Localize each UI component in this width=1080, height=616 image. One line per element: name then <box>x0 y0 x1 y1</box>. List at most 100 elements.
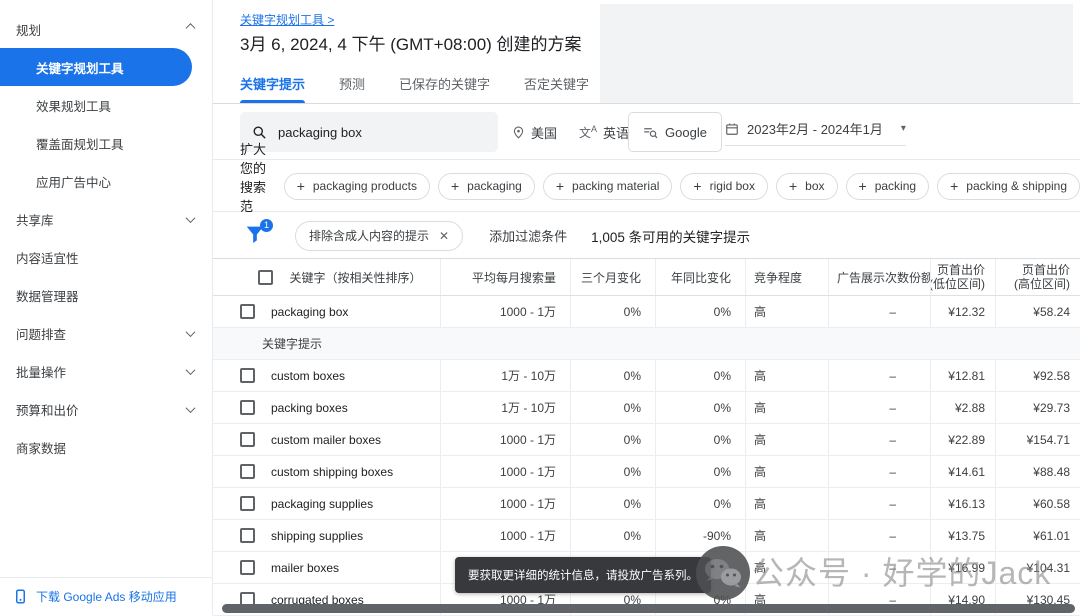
three-month-change-cell: 0% <box>570 392 655 423</box>
yoy-change-cell: 0% <box>655 456 745 487</box>
row-checkbox[interactable] <box>240 528 255 543</box>
tab-label: 已保存的关键字 <box>399 77 491 92</box>
column-header-avg-monthly-searches[interactable]: 平均每月搜索量 <box>440 259 570 295</box>
sidebar-item-label: 共享库 <box>16 213 54 228</box>
column-header-three-month-change[interactable]: 三个月变化 <box>570 259 655 295</box>
tab-label: 关键字提示 <box>240 77 306 92</box>
impression-share-cell: – <box>828 456 930 487</box>
sidebar-item-label: 商家数据 <box>16 441 67 456</box>
row-checkbox[interactable] <box>240 496 255 511</box>
sidebar: 规划 关键字规划工具 效果规划工具 覆盖面规划工具 应用广告中心 共享库 内容适… <box>0 0 213 615</box>
sidebar-item[interactable]: 覆盖面规划工具 <box>0 124 212 162</box>
main-content: 关键字规划工具 > 3月 6, 2024, 4 下午 (GMT+08:00) 创… <box>213 0 1080 616</box>
impression-share-cell: – <box>828 296 930 327</box>
top-bid-high-cell: ¥92.58 <box>995 360 1080 391</box>
keyword-search-input[interactable]: packaging box <box>240 112 498 152</box>
three-month-change-cell: 0% <box>570 296 655 327</box>
three-month-change-cell: 0% <box>570 424 655 455</box>
sidebar-item-label: 问题排查 <box>16 327 67 342</box>
sidebar-item[interactable]: 效果规划工具 <box>0 86 212 124</box>
watermark-text: 公众号 · 好学的Jack <box>752 555 1052 591</box>
broaden-search-bar: 扩大您的搜索范围： + packaging products + packagi… <box>213 142 1080 233</box>
sidebar-item-label: 预算和出价 <box>16 403 79 418</box>
column-header-ad-impression-share[interactable]: 广告展示次数份额 <box>828 259 930 295</box>
sidebar-item[interactable]: 问题排查 <box>0 314 212 352</box>
breadcrumb[interactable]: 关键字规划工具 > <box>240 11 334 28</box>
tab[interactable]: 关键字提示 <box>240 70 306 103</box>
location-pin-icon <box>513 126 524 139</box>
sidebar-item[interactable]: 应用广告中心 <box>0 162 212 200</box>
sidebar-item-label: 覆盖面规划工具 <box>36 137 124 152</box>
tab-label: 否定关键字 <box>524 77 590 92</box>
competition-cell: 高 <box>745 392 828 423</box>
tab[interactable]: 预测 <box>339 70 365 103</box>
sidebar-item-label: 规划 <box>16 23 42 38</box>
column-header-label: 关键字（按相关性排序） <box>289 270 422 285</box>
sidebar-item[interactable]: 数据管理器 <box>0 276 212 314</box>
horizontal-scrollbar[interactable] <box>222 604 1075 613</box>
broaden-chip[interactable]: + packaging <box>437 172 535 200</box>
table-row-seed[interactable]: packaging box 1000 - 1万 0% 0% 高 – ¥12.32… <box>213 296 1080 328</box>
table-row[interactable]: custom boxes 1万 - 10万 0% 0% 高 – ¥12.81 ¥… <box>213 360 1080 392</box>
broaden-chip-label: packing <box>874 179 917 193</box>
column-header-yoy-change[interactable]: 年同比变化 <box>655 259 745 295</box>
top-bid-high-cell: ¥154.71 <box>995 424 1080 455</box>
row-checkbox[interactable] <box>240 560 255 575</box>
table-row[interactable]: packing boxes 1万 - 10万 0% 0% 高 – ¥2.88 ¥… <box>213 392 1080 424</box>
sidebar-item[interactable]: 内容适宜性 <box>0 238 212 276</box>
row-checkbox[interactable] <box>240 400 255 415</box>
row-checkbox[interactable] <box>240 368 255 383</box>
sidebar-item[interactable]: 预算和出价 <box>0 390 212 428</box>
yoy-change-cell: 0% <box>655 392 745 423</box>
row-checkbox[interactable] <box>240 432 255 447</box>
sidebar-item[interactable]: 规划 <box>0 10 212 48</box>
table-row[interactable]: custom shipping boxes 1000 - 1万 0% 0% 高 … <box>213 456 1080 488</box>
location-selector[interactable]: 美国 <box>512 104 557 160</box>
filter-funnel-button[interactable]: 1 <box>244 218 273 249</box>
date-range-selector[interactable]: 2023年2月 - 2024年1月 ▾ <box>725 119 906 146</box>
tab[interactable]: 否定关键字 <box>524 70 589 103</box>
broaden-chip[interactable]: + box <box>775 172 838 200</box>
close-icon[interactable]: ✕ <box>439 229 449 243</box>
competition-cell: 高 <box>745 424 828 455</box>
download-mobile-app-link[interactable]: 下载 Google Ads 移动应用 <box>0 577 212 615</box>
active-filter-chip[interactable]: 排除含成人内容的提示 ✕ <box>295 220 464 251</box>
sidebar-item-label: 关键字规划工具 <box>36 61 124 76</box>
plus-icon: + <box>950 178 959 194</box>
broaden-chip[interactable]: + packaging products <box>283 172 430 200</box>
sidebar-item[interactable]: 批量操作 <box>0 352 212 390</box>
keyword-cell: packing boxes <box>271 400 348 415</box>
network-value: Google <box>665 124 707 140</box>
chevron-icon <box>185 212 196 223</box>
broaden-chip[interactable]: + rigid box <box>680 172 768 200</box>
row-checkbox[interactable] <box>240 304 255 319</box>
avg-searches-cell: 1000 - 1万 <box>440 520 570 551</box>
chevron-icon <box>185 364 196 375</box>
chevron-down-icon: ▾ <box>900 123 906 134</box>
table-row[interactable]: packaging supplies 1000 - 1万 0% 0% 高 – ¥… <box>213 488 1080 520</box>
plus-icon: + <box>693 178 702 194</box>
table-section-label: 关键字提示 <box>213 328 1080 360</box>
broaden-chip[interactable]: + packing material <box>542 172 673 200</box>
broaden-chip[interactable]: + packing & shipping <box>937 172 1080 200</box>
select-all-checkbox[interactable] <box>258 269 274 285</box>
top-bid-high-cell: ¥61.01 <box>995 520 1080 551</box>
language-value: 英语 <box>603 125 630 141</box>
row-checkbox[interactable] <box>240 464 255 479</box>
tab[interactable]: 已保存的关键字 <box>399 70 490 103</box>
add-filter-button[interactable]: 添加过滤条件 <box>489 226 567 245</box>
column-header-competition[interactable]: 竞争程度 <box>745 259 828 295</box>
column-header-top-bid-low[interactable]: 页首出价 (低位区间) <box>930 259 995 295</box>
table-row[interactable]: custom mailer boxes 1000 - 1万 0% 0% 高 – … <box>213 424 1080 456</box>
network-selector[interactable]: Google <box>628 112 722 152</box>
broaden-chip[interactable]: + packing <box>845 172 930 200</box>
sidebar-item[interactable]: 共享库 <box>0 200 212 238</box>
yoy-change-cell: 0% <box>655 424 745 455</box>
sidebar-item[interactable]: 商家数据 <box>0 428 212 466</box>
column-header-keyword[interactable]: 关键字（按相关性排序） <box>213 259 440 295</box>
language-selector[interactable]: 文A 英语 <box>579 104 629 160</box>
sidebar-item[interactable]: 关键字规划工具 <box>0 48 192 86</box>
column-header-top-bid-high[interactable]: 页首出价 (高位区间) <box>995 259 1080 295</box>
plus-icon: + <box>555 178 565 194</box>
keyword-cell: mailer boxes <box>271 560 340 575</box>
